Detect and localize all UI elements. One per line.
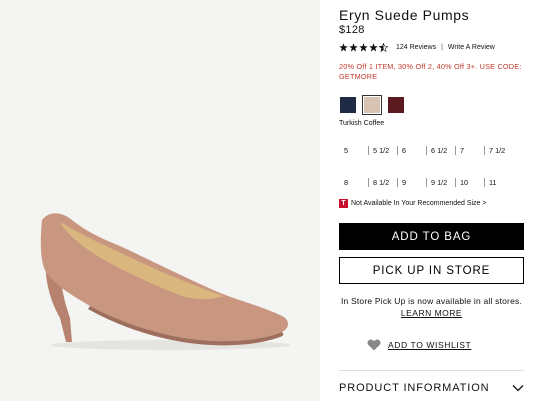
swatch-navy[interactable]: [339, 96, 357, 114]
product-title: Eryn Suede Pumps: [339, 7, 470, 23]
product-image[interactable]: [0, 0, 320, 401]
write-review-link[interactable]: Write A Review: [448, 44, 495, 51]
size-option[interactable]: 8: [339, 178, 368, 187]
product-price: $128: [339, 24, 365, 36]
pick-up-in-store-button[interactable]: PICK UP IN STORE: [339, 257, 524, 284]
size-grid: 5 5 1/2 6 6 1/2 7 7 1/2 8 8 1/2 9 9 1/2 …: [339, 134, 525, 198]
promo-text: 20% Off 1 ITEM, 30% Off 2, 40% Off 3+. U…: [339, 62, 522, 81]
size-option[interactable]: 10: [455, 177, 484, 187]
size-option[interactable]: 11: [484, 177, 513, 187]
size-option[interactable]: 9: [397, 177, 426, 187]
add-to-wishlist-link[interactable]: ADD TO WISHLIST: [367, 339, 471, 351]
size-option[interactable]: 6 1/2: [426, 145, 455, 155]
store-note-text: In Store Pick Up is now available in all…: [340, 296, 523, 306]
product-information-label: PRODUCT INFORMATION: [339, 382, 490, 394]
size-row: 5 5 1/2 6 6 1/2 7 7 1/2: [339, 134, 525, 166]
star-icon: [349, 42, 358, 51]
half-star-icon: [379, 42, 388, 52]
size-option[interactable]: 6: [397, 145, 426, 155]
shoe-image: [40, 213, 290, 350]
swatch-turkish-coffee[interactable]: [362, 95, 382, 115]
rating-row: 124 Reviews | Write A Review: [339, 41, 495, 53]
heart-icon: [367, 339, 381, 351]
size-option[interactable]: 7: [455, 145, 484, 155]
size-row: 8 8 1/2 9 9 1/2 10 11: [339, 166, 525, 198]
add-to-bag-button[interactable]: ADD TO BAG: [339, 223, 524, 250]
swatch-burgundy[interactable]: [387, 96, 405, 114]
color-swatches: [339, 95, 405, 115]
size-availability-link[interactable]: T Not Available In Your Recommended Size…: [339, 199, 487, 208]
size-option[interactable]: 7 1/2: [484, 145, 513, 155]
learn-more-link[interactable]: LEARN MORE: [401, 308, 462, 318]
star-icon: [339, 42, 348, 51]
section-divider: [339, 370, 524, 371]
product-information-toggle[interactable]: PRODUCT INFORMATION: [339, 382, 524, 394]
star-rating[interactable]: [339, 42, 388, 52]
chevron-down-icon: [512, 385, 524, 392]
size-option[interactable]: 5 1/2: [368, 145, 397, 155]
store-pickup-note: In Store Pick Up is now available in all…: [339, 295, 524, 319]
size-option[interactable]: 5: [339, 146, 368, 155]
star-icon: [359, 42, 368, 51]
size-option[interactable]: 9 1/2: [426, 177, 455, 187]
reviews-link[interactable]: 124 Reviews: [396, 44, 436, 51]
product-info-panel: Eryn Suede Pumps $128 124 Reviews | Writ…: [339, 0, 525, 401]
selected-color-name: Turkish Coffee: [339, 120, 385, 127]
wishlist-label: ADD TO WISHLIST: [388, 340, 472, 350]
size-option[interactable]: 8 1/2: [368, 177, 397, 187]
t-badge-icon: T: [339, 199, 348, 208]
separator: |: [441, 43, 443, 51]
star-icon: [369, 42, 378, 51]
availability-text: Not Available In Your Recommended Size >: [351, 200, 487, 207]
